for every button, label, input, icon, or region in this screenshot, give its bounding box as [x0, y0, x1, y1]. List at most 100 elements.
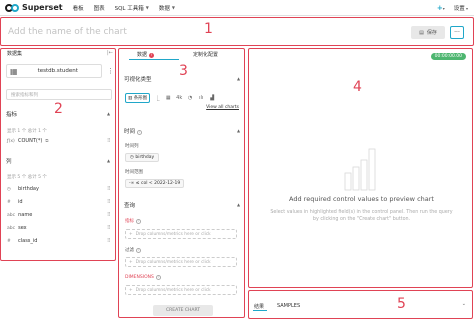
chevron-up-icon[interactable]: ▲	[107, 158, 110, 163]
annotation-1: 1	[204, 21, 213, 37]
nav-dashboards-label: 看板	[72, 5, 84, 12]
superset-logo[interactable]: Superset	[5, 3, 63, 12]
drag-handle-icon[interactable]: ⠿	[107, 138, 111, 144]
drag-handle-icon[interactable]: ⠿	[107, 212, 111, 218]
save-label: 保存	[426, 30, 437, 36]
plus-icon: +	[129, 231, 133, 237]
tab-results[interactable]: 结果	[254, 303, 264, 310]
column-item[interactable]: # class_id	[7, 238, 37, 244]
filters-label-text: 过滤	[125, 248, 134, 253]
search-input[interactable]: 搜索指标和列	[6, 89, 112, 100]
table-icon: ▦	[10, 66, 18, 76]
function-icon: ƒ(x)	[7, 138, 15, 144]
columns-count: 显示 5 个 总计 5 个	[7, 175, 47, 180]
tab-data[interactable]: 数据!	[137, 51, 155, 58]
columns-section-title: 列	[6, 159, 12, 165]
create-chart-button[interactable]: CREATE CHART	[153, 305, 213, 316]
tab-customize[interactable]: 定制化配置	[193, 51, 218, 58]
drag-handle-icon[interactable]: ⠿	[107, 199, 111, 205]
column-item[interactable]: ◷ birthday	[7, 186, 39, 192]
viz-bar-chart[interactable]: ▥ 条形图	[125, 93, 151, 103]
metrics-section-title: 指标	[6, 112, 18, 118]
big-number-icon[interactable]: 4k	[175, 95, 183, 101]
annotation-3: 3	[179, 63, 188, 79]
metrics-drop-zone[interactable]: + Drop columns/metrics here or click	[125, 229, 237, 239]
settings-menu[interactable]: 设置 ▾	[454, 4, 468, 12]
column-item[interactable]: abc sex	[7, 225, 27, 231]
superset-logo-icon	[5, 3, 19, 12]
tab-samples[interactable]: SAMPLES	[277, 303, 300, 309]
viz-type-selector: ▥ 条形图 ⎿ ▦ 4k ◔ ılı ▟	[125, 93, 216, 103]
pie-chart-icon[interactable]: ◔	[186, 95, 194, 101]
copy-icon: ⧉	[45, 139, 49, 144]
datasource-menu-icon[interactable]: ⋮	[107, 67, 114, 75]
annotation-5: 5	[397, 296, 406, 312]
filters-label: 过滤 i	[125, 247, 141, 253]
nav-sql-lab[interactable]: SQL 工具箱 ▼	[115, 4, 149, 12]
drag-handle-icon[interactable]: ⠿	[107, 225, 111, 231]
error-badge: !	[149, 53, 155, 58]
metrics-label: 指标 i	[125, 218, 141, 224]
column-name: sex	[18, 225, 27, 231]
column-name: id	[18, 199, 23, 205]
metric-item[interactable]: ƒ(x) COUNT(*) ⧉	[7, 138, 49, 144]
chart-name-input[interactable]: Add the name of the chart	[8, 27, 127, 37]
chevron-up-icon[interactable]: ▲	[237, 76, 240, 81]
time-column-label: 时间列	[125, 144, 139, 149]
empty-state-title: Add required control values to preview c…	[289, 195, 434, 203]
column-item[interactable]: # id	[7, 199, 23, 205]
area-chart-icon[interactable]: ▟	[208, 95, 216, 101]
annotation-2: 2	[54, 101, 63, 117]
datasource-panel: 数据集 |← ▦ testdb.student ⋮ 2 搜索指标和列 指标 ▲ …	[0, 48, 116, 261]
filters-drop-zone[interactable]: + Drop columns/metrics here or click	[125, 257, 237, 267]
line-chart-icon[interactable]: ⎿	[153, 95, 161, 102]
filters-drop-text: Drop columns/metrics here or click	[135, 259, 211, 265]
datasource-selector[interactable]: ▦ testdb.student	[6, 64, 102, 78]
viz-selected-label: 条形图	[133, 96, 148, 101]
time-column-select[interactable]: ◷ birthday	[125, 153, 160, 162]
dimensions-label: DIMENSIONS i	[125, 275, 161, 280]
collapse-icon[interactable]: |←	[107, 50, 113, 56]
add-new-icon[interactable]: +▾	[437, 4, 445, 12]
nav-dashboards[interactable]: 看板	[73, 4, 84, 12]
text-icon: abc	[7, 225, 16, 231]
info-icon: i	[136, 219, 141, 224]
nav-charts[interactable]: 图表	[94, 4, 105, 12]
histogram-icon[interactable]: ılı	[197, 95, 205, 101]
query-section-title: 查询	[124, 203, 136, 209]
dimensions-drop-zone[interactable]: + Drop columns/metrics here or click	[125, 285, 237, 295]
drag-handle-icon[interactable]: ⠿	[107, 238, 111, 244]
active-tab-indicator	[129, 59, 179, 60]
plus-icon: +	[129, 287, 133, 293]
query-timer: 00:00:00.00	[430, 53, 466, 60]
chevron-up-icon[interactable]: ▲	[237, 128, 240, 133]
top-nav: Superset 看板 图表 SQL 工具箱 ▼ 数据 ▼ +▾ 设置 ▾	[0, 0, 474, 16]
time-range-label: 时间范围	[125, 170, 143, 175]
chart-preview-panel: 00:00:00.00 4 Add required control value…	[248, 48, 473, 288]
number-icon: #	[7, 199, 11, 205]
viz-type-section-title: 可视化类型	[124, 77, 152, 83]
time-column-value: birthday	[135, 155, 155, 160]
chevron-up-icon[interactable]: ▲	[237, 202, 240, 207]
settings-label: 设置	[453, 6, 465, 12]
view-all-charts-link[interactable]: View all charts	[206, 105, 239, 110]
table-chart-icon[interactable]: ▦	[164, 95, 172, 101]
empty-chart-icon	[344, 148, 376, 191]
nav-data[interactable]: 数据 ▼	[159, 4, 175, 12]
more-options-button[interactable]: ···	[450, 26, 464, 39]
drag-handle-icon[interactable]: ⠿	[107, 186, 111, 192]
datasource-title: 数据集	[7, 51, 23, 57]
chevron-up-icon[interactable]: ▲	[107, 111, 110, 116]
plus-icon: +	[129, 259, 133, 265]
chevron-down-icon: ▼	[145, 5, 149, 10]
tab-data-label: 数据	[137, 52, 148, 58]
time-range-select[interactable]: -∞ ≤ col < 2022-12-19	[125, 179, 185, 188]
metrics-count: 显示 1 个 总计 1 个	[7, 129, 47, 134]
chevron-down-icon[interactable]: ⌄	[462, 301, 466, 307]
metrics-label-text: 指标	[125, 219, 134, 224]
datasource-name: testdb.student	[37, 68, 78, 74]
column-item[interactable]: abc name	[7, 212, 32, 218]
brand-name: Superset	[22, 3, 63, 12]
column-name: birthday	[18, 186, 39, 192]
save-button[interactable]: ▤ 保存	[411, 26, 445, 39]
